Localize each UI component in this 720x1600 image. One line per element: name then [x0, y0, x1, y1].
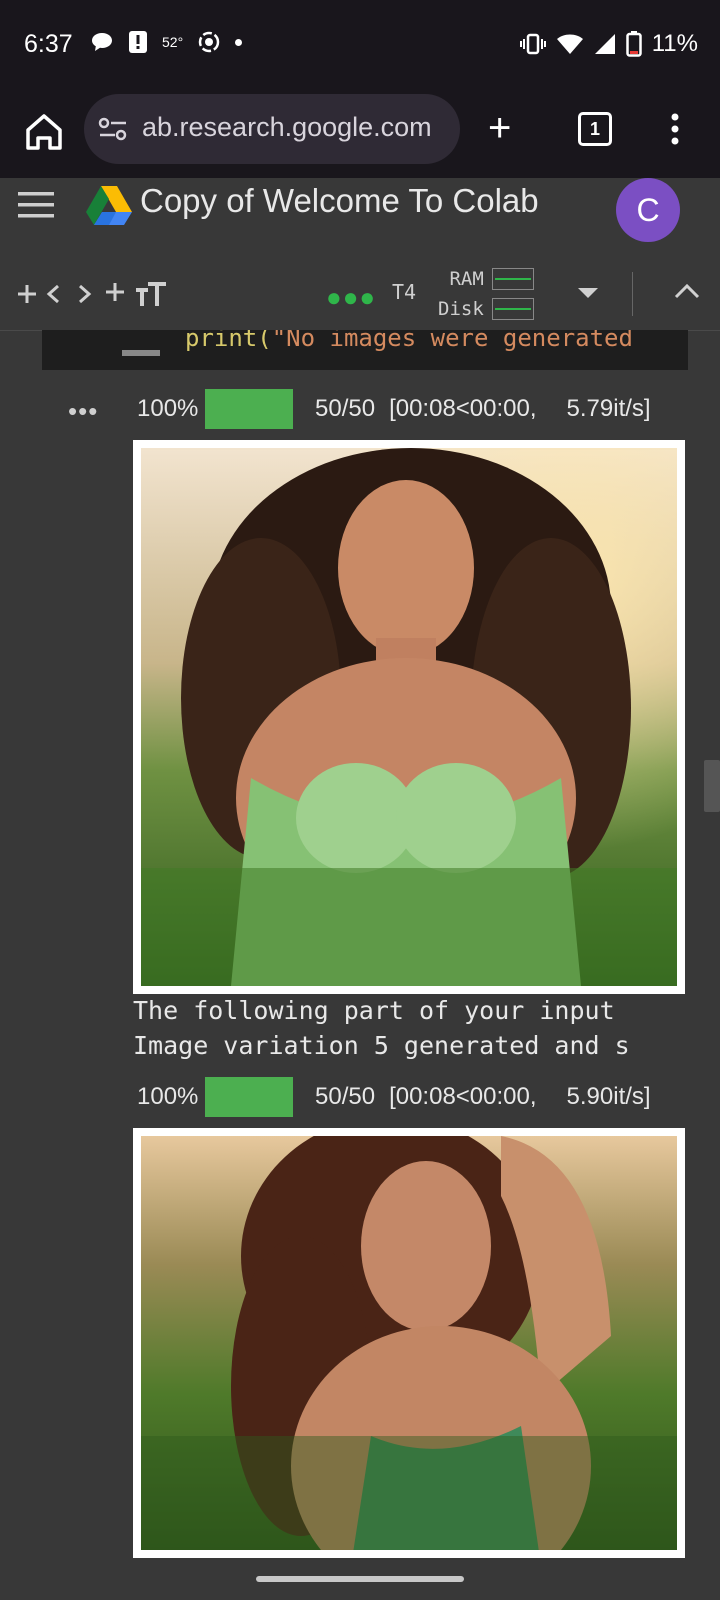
progress-bar [205, 1077, 293, 1117]
drive-icon [86, 186, 132, 225]
wifi-icon [556, 34, 583, 54]
chevron-up-icon[interactable] [674, 282, 700, 300]
system-icons: 11% [519, 30, 698, 58]
disk-label: Disk [438, 298, 484, 320]
notebook-title[interactable]: Copy of Welcome To Colab [140, 182, 539, 220]
battery-icon [625, 31, 642, 57]
code-line[interactable]: print("No images were generated [185, 330, 633, 352]
progress-count: 50/50 [315, 1083, 376, 1110]
output-text-line: Image variation 5 generated and s [133, 1031, 630, 1060]
progress-timing: [00:08<00:00, [389, 1083, 537, 1110]
cell-collapse-handle[interactable] [122, 350, 160, 356]
progress-count: 50/50 [315, 395, 376, 422]
home-indicator[interactable] [256, 1576, 464, 1582]
hamburger-icon[interactable] [18, 190, 56, 220]
notification-icons: 52° [90, 30, 243, 54]
vibrate-icon [519, 33, 546, 55]
home-icon[interactable] [22, 110, 66, 154]
url-text[interactable]: ab.research.google.com [142, 112, 432, 143]
chat-icon [92, 33, 112, 51]
resource-monitor[interactable]: RAM Disk [438, 264, 534, 324]
dot-icon [235, 38, 243, 46]
code-string: "No images were generated [271, 330, 633, 352]
signal-icon [594, 34, 615, 54]
add-text-icon[interactable] [104, 278, 170, 310]
scrollbar-thumb[interactable] [704, 760, 720, 812]
progress-rate: 5.90it/s] [566, 1083, 651, 1110]
progress-row: 100% 50/50 [00:08<00:00, 5.90it/s] [137, 1076, 651, 1118]
image-content [141, 1136, 677, 1550]
code-function: print( [185, 330, 272, 352]
progress-bar [205, 389, 293, 429]
tune-icon[interactable] [98, 116, 128, 142]
tabs-icon[interactable]: 1 [578, 112, 612, 146]
runtime-status-icon[interactable]: ●●● [326, 282, 376, 313]
notebook-toolbar: ●●● T4 RAM Disk [0, 258, 720, 331]
progress-percent: 100% [137, 395, 199, 422]
runtime-type[interactable]: T4 [392, 280, 416, 304]
progress-percent: 100% [137, 1083, 199, 1110]
browser-toolbar: ab.research.google.com + 1 [0, 90, 720, 179]
generated-image-2 [133, 1128, 685, 1558]
avatar[interactable]: C [616, 178, 680, 242]
generated-image-1 [133, 440, 685, 994]
progress-rate: 5.79it/s] [566, 395, 651, 422]
status-bar: 6:37 52° 11% [0, 0, 720, 90]
avatar-letter: C [636, 192, 660, 228]
lens-icon [198, 31, 220, 53]
progress-timing: [00:08<00:00, [389, 395, 537, 422]
output-menu-icon[interactable]: ••• [68, 396, 98, 427]
temperature-text: 52° [162, 34, 184, 50]
image-content [141, 448, 677, 986]
output-text-line: The following part of your input [133, 996, 615, 1025]
address-bar[interactable]: ab.research.google.com [84, 94, 460, 164]
new-tab-icon[interactable]: + [488, 108, 511, 148]
caret-down-icon[interactable] [578, 288, 598, 298]
more-vert-icon[interactable] [670, 112, 680, 146]
progress-row: 100% 50/50 [00:08<00:00, 5.79it/s] [137, 388, 651, 430]
tab-count: 1 [589, 119, 600, 139]
code-cell[interactable]: print("No images were generated [42, 330, 688, 370]
status-time: 6:37 [24, 30, 73, 58]
battery-text: 11% [651, 30, 698, 57]
toolbar-divider [632, 272, 633, 316]
ram-bar [491, 268, 534, 290]
add-code-icon[interactable] [14, 278, 94, 310]
colab-header: Copy of Welcome To Colab C [0, 178, 720, 259]
ram-label: RAM [449, 268, 484, 290]
disk-bar [491, 298, 534, 320]
alert-icon [129, 31, 147, 53]
